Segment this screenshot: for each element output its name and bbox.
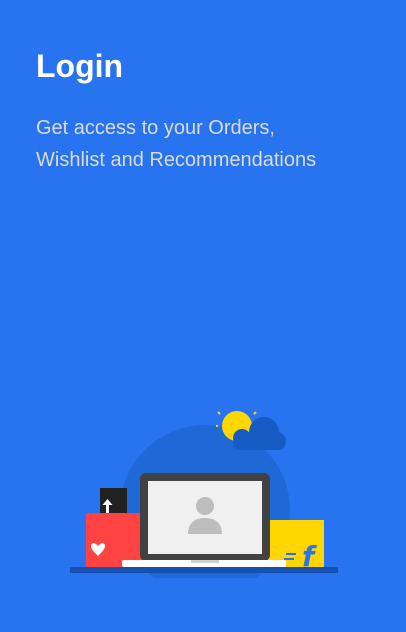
login-illustration: f [70,411,338,578]
page-title: Login [36,48,124,84]
subtitle-line-1: Get access to your Orders, [36,117,275,139]
ground-line [70,567,338,573]
subtitle-line-2: Wishlist and Recommendations [36,149,317,171]
login-side-panel: Login Get access to your Orders, Wishlis… [0,0,406,632]
laptop [122,473,286,567]
login-subtitle: Get access to your Orders, Wishlist and … [36,112,376,176]
